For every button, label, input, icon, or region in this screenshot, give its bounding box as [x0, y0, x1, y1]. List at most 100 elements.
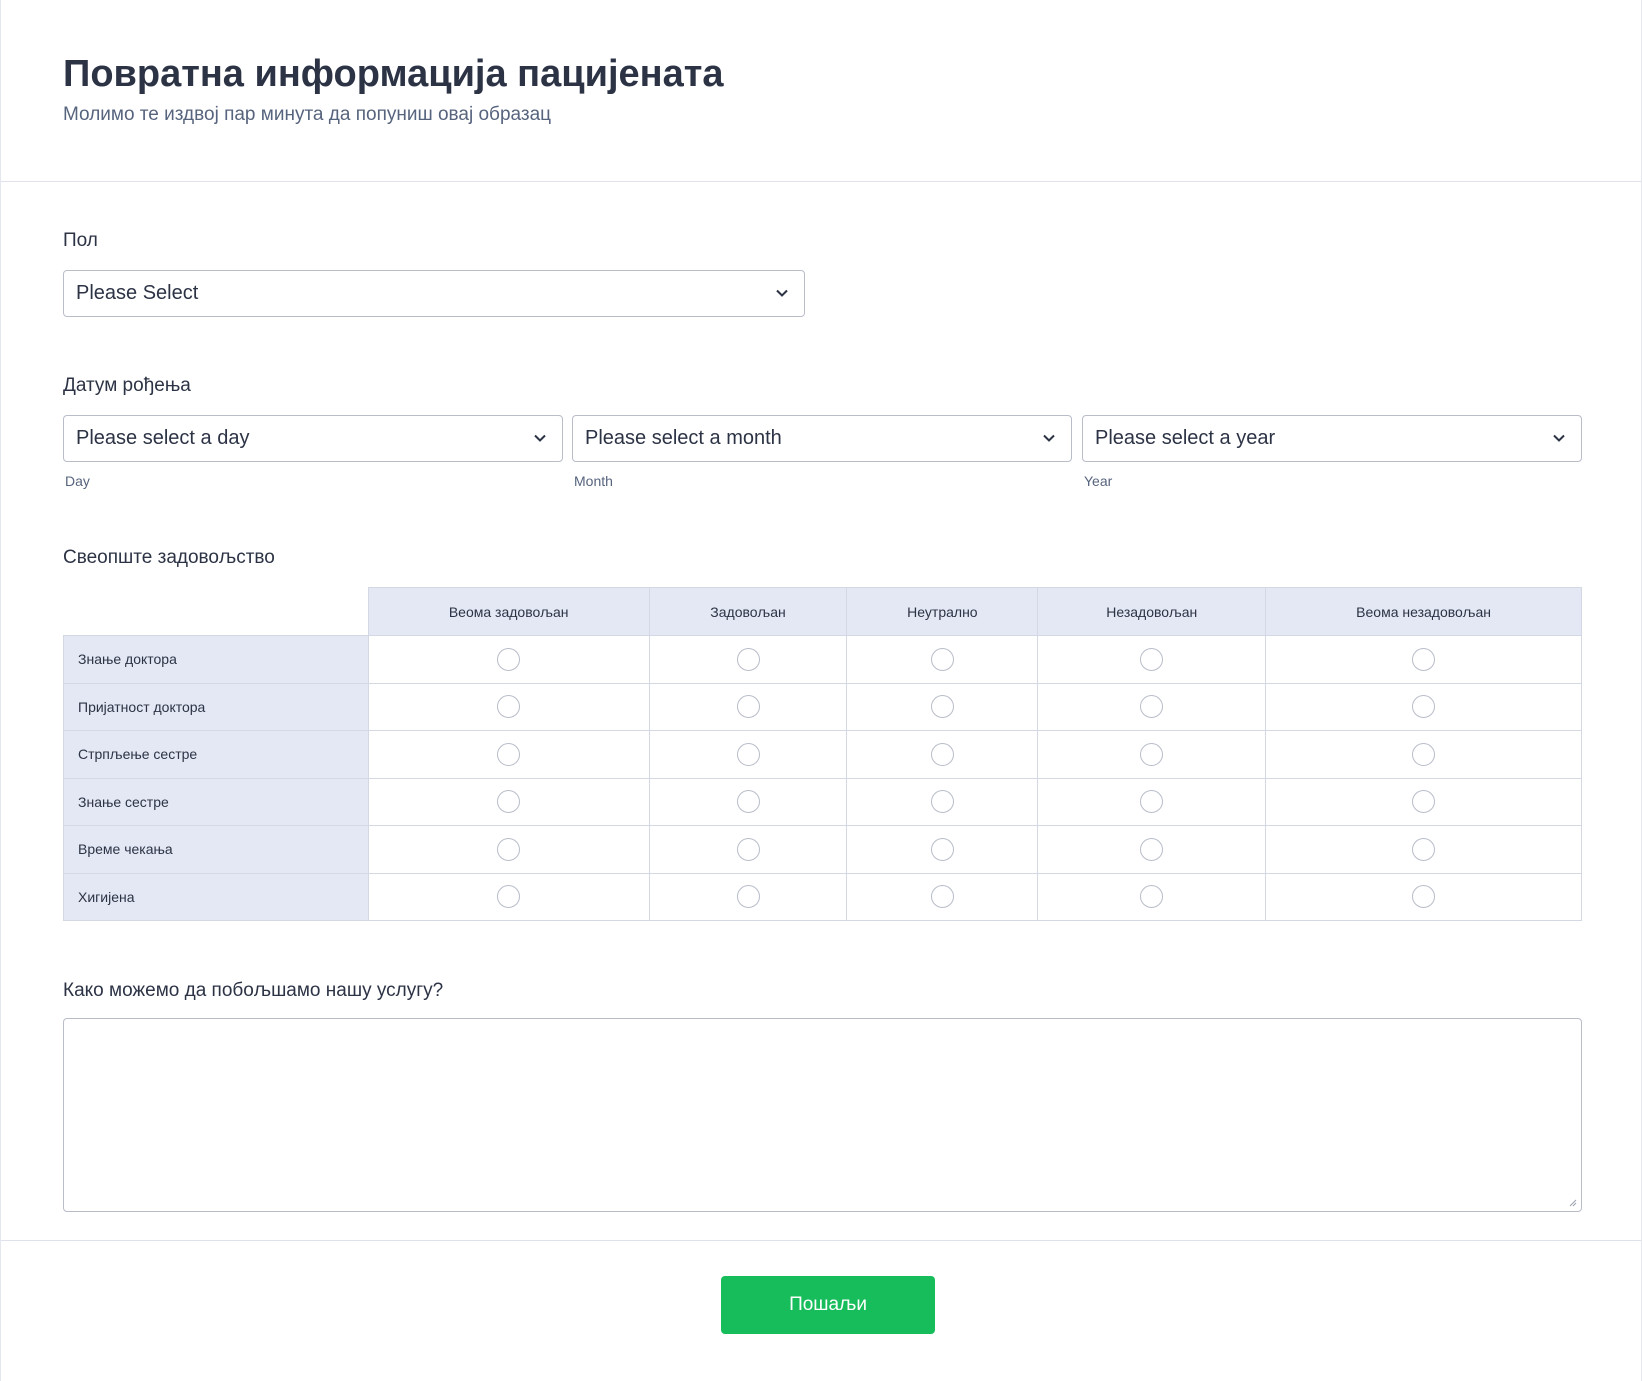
matrix-cell: [367, 635, 650, 684]
submit-button[interactable]: Пошаљи: [721, 1276, 935, 1334]
satisfaction-label: Свеопште задовољство: [63, 547, 275, 568]
table-row: Стрпљење сестре: [63, 730, 1582, 779]
radio-button[interactable]: [1412, 790, 1436, 814]
gender-select-value: Please Select: [76, 282, 199, 304]
radio-button[interactable]: [736, 837, 760, 861]
table-row: Време чекања: [63, 825, 1582, 874]
radio-button[interactable]: [497, 647, 521, 671]
form-title: Повратна информација пацијената: [63, 53, 724, 95]
matrix-column-header: Неутрално: [846, 587, 1039, 636]
dob-label: Датум рођења: [63, 375, 191, 396]
radio-button[interactable]: [736, 885, 760, 909]
year-select[interactable]: Please select a year: [1082, 415, 1582, 462]
matrix-row-label: Знање сестре: [63, 777, 369, 826]
matrix-cell: [1037, 777, 1267, 826]
matrix-cell: [648, 872, 848, 921]
year-select-value: Please select a year: [1095, 427, 1276, 449]
radio-button[interactable]: [1412, 837, 1436, 861]
matrix-cell: [1037, 730, 1267, 779]
matrix-cell: [1037, 872, 1267, 921]
matrix-cell: [367, 825, 650, 874]
radio-button[interactable]: [930, 742, 954, 766]
form-header: Повратна информација пацијената Молимо т…: [1, 0, 1641, 182]
matrix-cell: [648, 635, 848, 684]
radio-button[interactable]: [930, 695, 954, 719]
matrix-cell: [648, 730, 848, 779]
table-row: Знање доктора: [63, 635, 1582, 684]
matrix-row-label: Стрпљење сестре: [63, 730, 369, 779]
matrix-cell: [1265, 730, 1582, 779]
matrix-cell: [1265, 777, 1582, 826]
radio-button[interactable]: [1412, 742, 1436, 766]
improve-textarea[interactable]: [63, 1018, 1582, 1212]
matrix-column-header: Незадовољан: [1037, 587, 1267, 636]
matrix-cell: [367, 777, 650, 826]
month-select-value: Please select a month: [585, 427, 782, 449]
radio-button[interactable]: [1412, 695, 1436, 719]
radio-button[interactable]: [497, 837, 521, 861]
matrix-cell: [367, 682, 650, 731]
matrix-cell: [846, 682, 1039, 731]
matrix-cell: [1265, 682, 1582, 731]
day-select-value: Please select a day: [76, 427, 250, 449]
matrix-column-header: Задовољан: [648, 587, 848, 636]
radio-button[interactable]: [736, 790, 760, 814]
form-subtitle: Молимо те издвој пар минута да попуниш о…: [63, 104, 552, 125]
radio-button[interactable]: [736, 647, 760, 671]
matrix-cell: [367, 872, 650, 921]
matrix-row-label: Време чекања: [63, 825, 369, 874]
day-sublabel: Day: [65, 473, 90, 489]
radio-button[interactable]: [1140, 742, 1164, 766]
radio-button[interactable]: [930, 647, 954, 671]
radio-button[interactable]: [930, 837, 954, 861]
radio-button[interactable]: [930, 885, 954, 909]
chevron-down-icon: [776, 289, 788, 297]
footer-divider: [1, 1240, 1641, 1241]
improve-label: Како можемо да побољшамо нашу услугу?: [63, 980, 444, 1001]
table-row: Хигијена: [63, 872, 1582, 921]
day-select[interactable]: Please select a day: [63, 415, 563, 462]
chevron-down-icon: [1043, 434, 1055, 442]
radio-button[interactable]: [497, 790, 521, 814]
radio-button[interactable]: [497, 885, 521, 909]
matrix-header-row: Веома задовољан Задовољан Неутрално Неза…: [64, 587, 1582, 636]
matrix-cell: [648, 777, 848, 826]
matrix-row-label: Пријатност доктора: [63, 682, 369, 731]
radio-button[interactable]: [736, 695, 760, 719]
form-page: Повратна информација пацијената Молимо т…: [0, 0, 1642, 1381]
radio-button[interactable]: [497, 742, 521, 766]
table-row: Пријатност доктора: [63, 682, 1582, 731]
radio-button[interactable]: [1140, 790, 1164, 814]
matrix-corner: [64, 588, 369, 636]
month-select[interactable]: Please select a month: [572, 415, 1072, 462]
matrix-cell: [648, 825, 848, 874]
matrix-cell: [1037, 635, 1267, 684]
table-row: Знање сестре: [63, 777, 1582, 826]
radio-button[interactable]: [1140, 695, 1164, 719]
matrix-cell: [367, 730, 650, 779]
matrix-cell: [1265, 635, 1582, 684]
matrix-cell: [846, 635, 1039, 684]
matrix-cell: [1265, 825, 1582, 874]
chevron-down-icon: [534, 434, 546, 442]
radio-button[interactable]: [736, 742, 760, 766]
resize-handle-icon[interactable]: [1569, 1199, 1577, 1207]
matrix-column-header: Веома задовољан: [367, 587, 650, 636]
radio-button[interactable]: [1140, 647, 1164, 671]
matrix-cell: [1265, 872, 1582, 921]
radio-button[interactable]: [1412, 885, 1436, 909]
matrix-row-label: Знање доктора: [63, 635, 369, 684]
matrix-column-header: Веома незадовољан: [1265, 587, 1582, 636]
radio-button[interactable]: [1140, 837, 1164, 861]
radio-button[interactable]: [497, 695, 521, 719]
year-sublabel: Year: [1084, 473, 1113, 489]
radio-button[interactable]: [1412, 647, 1436, 671]
matrix-cell: [1037, 825, 1267, 874]
matrix-cell: [846, 777, 1039, 826]
gender-select[interactable]: Please Select: [63, 270, 805, 317]
matrix-cell: [1037, 682, 1267, 731]
radio-button[interactable]: [1140, 885, 1164, 909]
radio-button[interactable]: [930, 790, 954, 814]
matrix-cell: [846, 872, 1039, 921]
matrix-row-label: Хигијена: [63, 872, 369, 921]
